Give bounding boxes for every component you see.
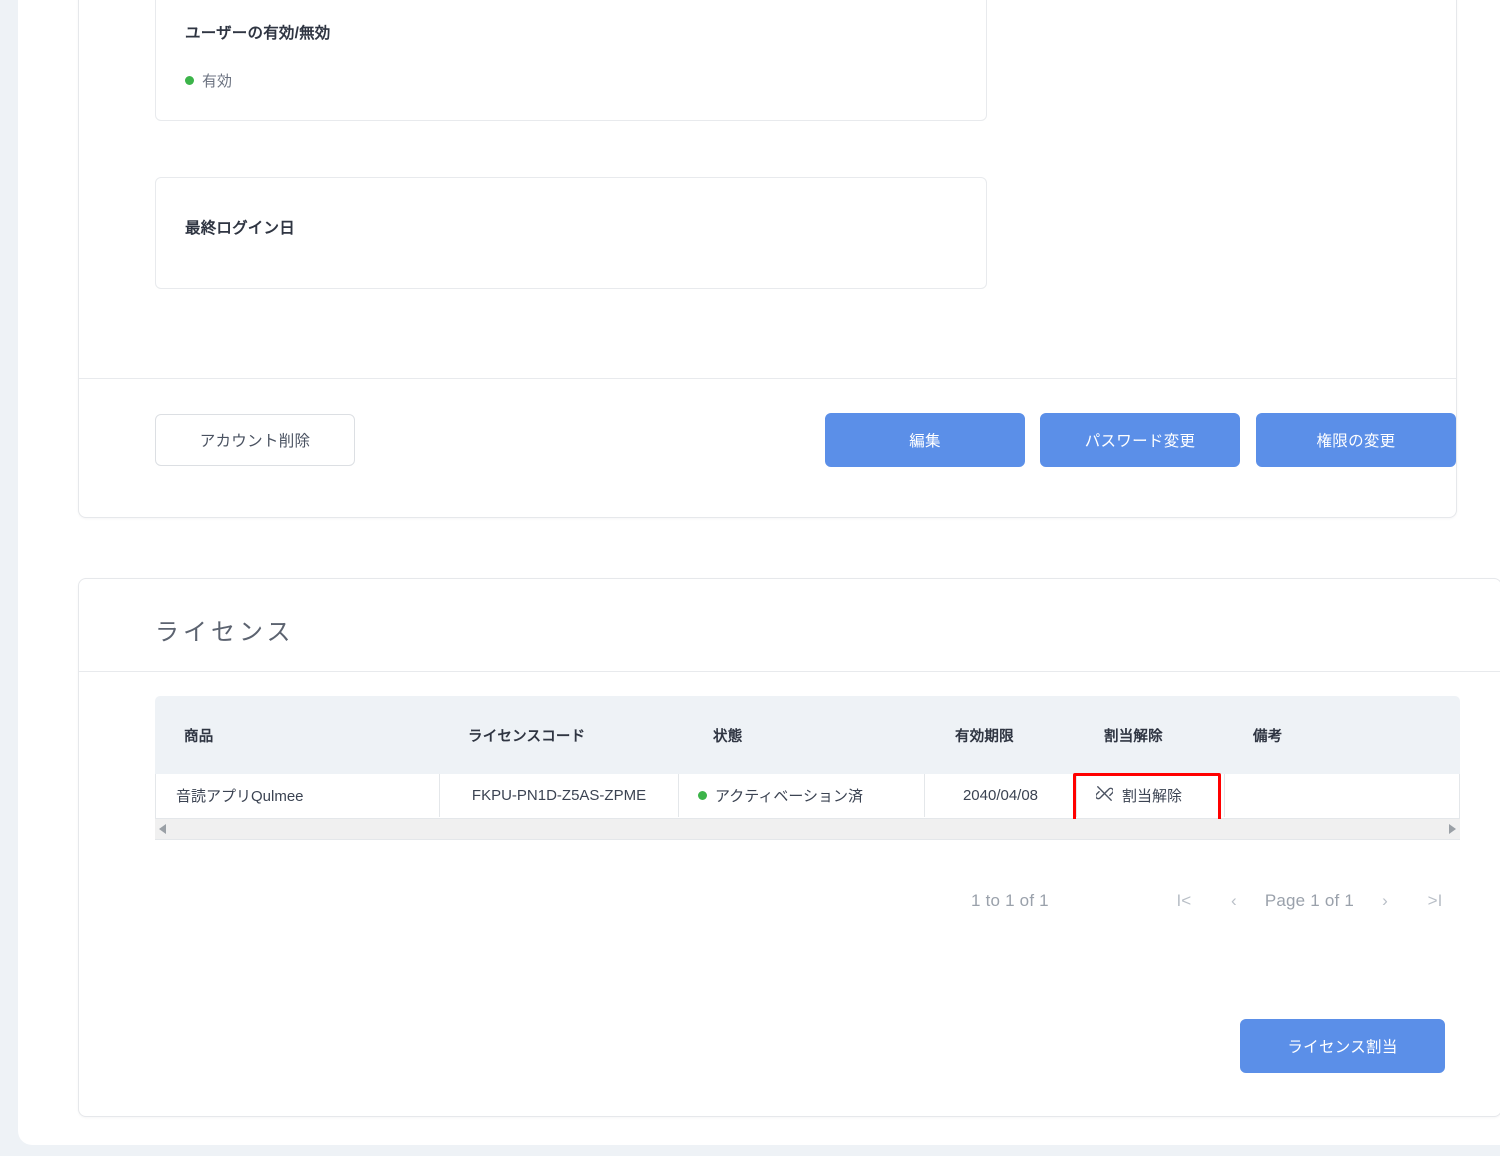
cell-product: 音読アプリQulmee: [156, 774, 440, 817]
license-table-header: 商品 ライセンスコード 状態 有効期限 割当解除 備考: [155, 696, 1460, 774]
previous-page-button[interactable]: ‹: [1209, 891, 1259, 911]
user-status-value: 有効: [185, 70, 232, 91]
scroll-left-arrow-icon[interactable]: [159, 824, 166, 834]
last-login-box: 最終ログイン日: [155, 177, 987, 289]
detail-card-divider: [79, 378, 1456, 379]
page-scroll-region[interactable]: ユーザーの有効/無効 有効 最終ログイン日 アカウント削除 編集 パスワード変更…: [18, 0, 1500, 1145]
column-header-product[interactable]: 商品: [184, 725, 213, 746]
column-header-expires[interactable]: 有効期限: [955, 725, 1014, 746]
unlink-icon: [1095, 785, 1114, 806]
table-row[interactable]: 音読アプリQulmee FKPU-PN1D-Z5AS-ZPME アクティベーショ…: [155, 774, 1460, 819]
green-dot-icon: [185, 76, 194, 85]
cell-expires: 2040/04/08: [925, 774, 1077, 817]
unassign-license-button[interactable]: 割当解除: [1077, 774, 1225, 817]
page-shell: ユーザーの有効/無効 有効 最終ログイン日 アカウント削除 編集 パスワード変更…: [18, 0, 1500, 1145]
last-page-button[interactable]: >I: [1410, 891, 1460, 911]
cell-license-code: FKPU-PN1D-Z5AS-ZPME: [440, 774, 679, 817]
pagination: 1 to 1 of 1 I< ‹ Page 1 of 1 › >I: [155, 886, 1460, 916]
cell-status-text: アクティベーション済: [715, 788, 864, 805]
license-card-divider: [79, 671, 1500, 672]
delete-account-button[interactable]: アカウント削除: [155, 414, 355, 466]
user-status-label: ユーザーの有効/無効: [185, 25, 331, 42]
table-horizontal-scrollbar[interactable]: [155, 819, 1460, 840]
pagination-summary: 1 to 1 of 1: [971, 891, 1049, 910]
first-page-button[interactable]: I<: [1159, 891, 1209, 911]
scroll-right-arrow-icon[interactable]: [1449, 824, 1456, 834]
change-password-button[interactable]: パスワード変更: [1040, 413, 1240, 467]
column-header-unassign[interactable]: 割当解除: [1104, 725, 1163, 746]
license-section-title: ライセンス: [155, 619, 295, 646]
user-status-box: ユーザーの有効/無効 有効: [155, 0, 987, 121]
assign-license-button[interactable]: ライセンス割当: [1240, 1019, 1445, 1073]
column-header-license-code[interactable]: ライセンスコード: [468, 725, 585, 746]
change-role-button[interactable]: 権限の変更: [1256, 413, 1456, 467]
column-header-note[interactable]: 備考: [1253, 725, 1282, 746]
user-status-text: 有効: [202, 73, 233, 90]
last-login-label: 最終ログイン日: [185, 220, 295, 237]
pagination-page-label: Page 1 of 1: [1264, 891, 1354, 910]
user-detail-card: ユーザーの有効/無効 有効 最終ログイン日 アカウント削除 編集 パスワード変更…: [78, 0, 1457, 518]
next-page-button[interactable]: ›: [1360, 891, 1410, 911]
cell-status: アクティベーション済: [679, 774, 925, 817]
edit-button[interactable]: 編集: [825, 413, 1025, 467]
unassign-license-label: 割当解除: [1122, 788, 1183, 805]
license-table: 商品 ライセンスコード 状態 有効期限 割当解除 備考 音読アプリQulmee …: [155, 696, 1460, 854]
green-dot-icon: [698, 791, 707, 800]
column-header-status[interactable]: 状態: [713, 725, 742, 746]
cell-note: [1225, 774, 1461, 817]
license-card: ライセンス 商品 ライセンスコード 状態 有効期限 割当解除 備考 音読アプリQ…: [78, 578, 1500, 1117]
